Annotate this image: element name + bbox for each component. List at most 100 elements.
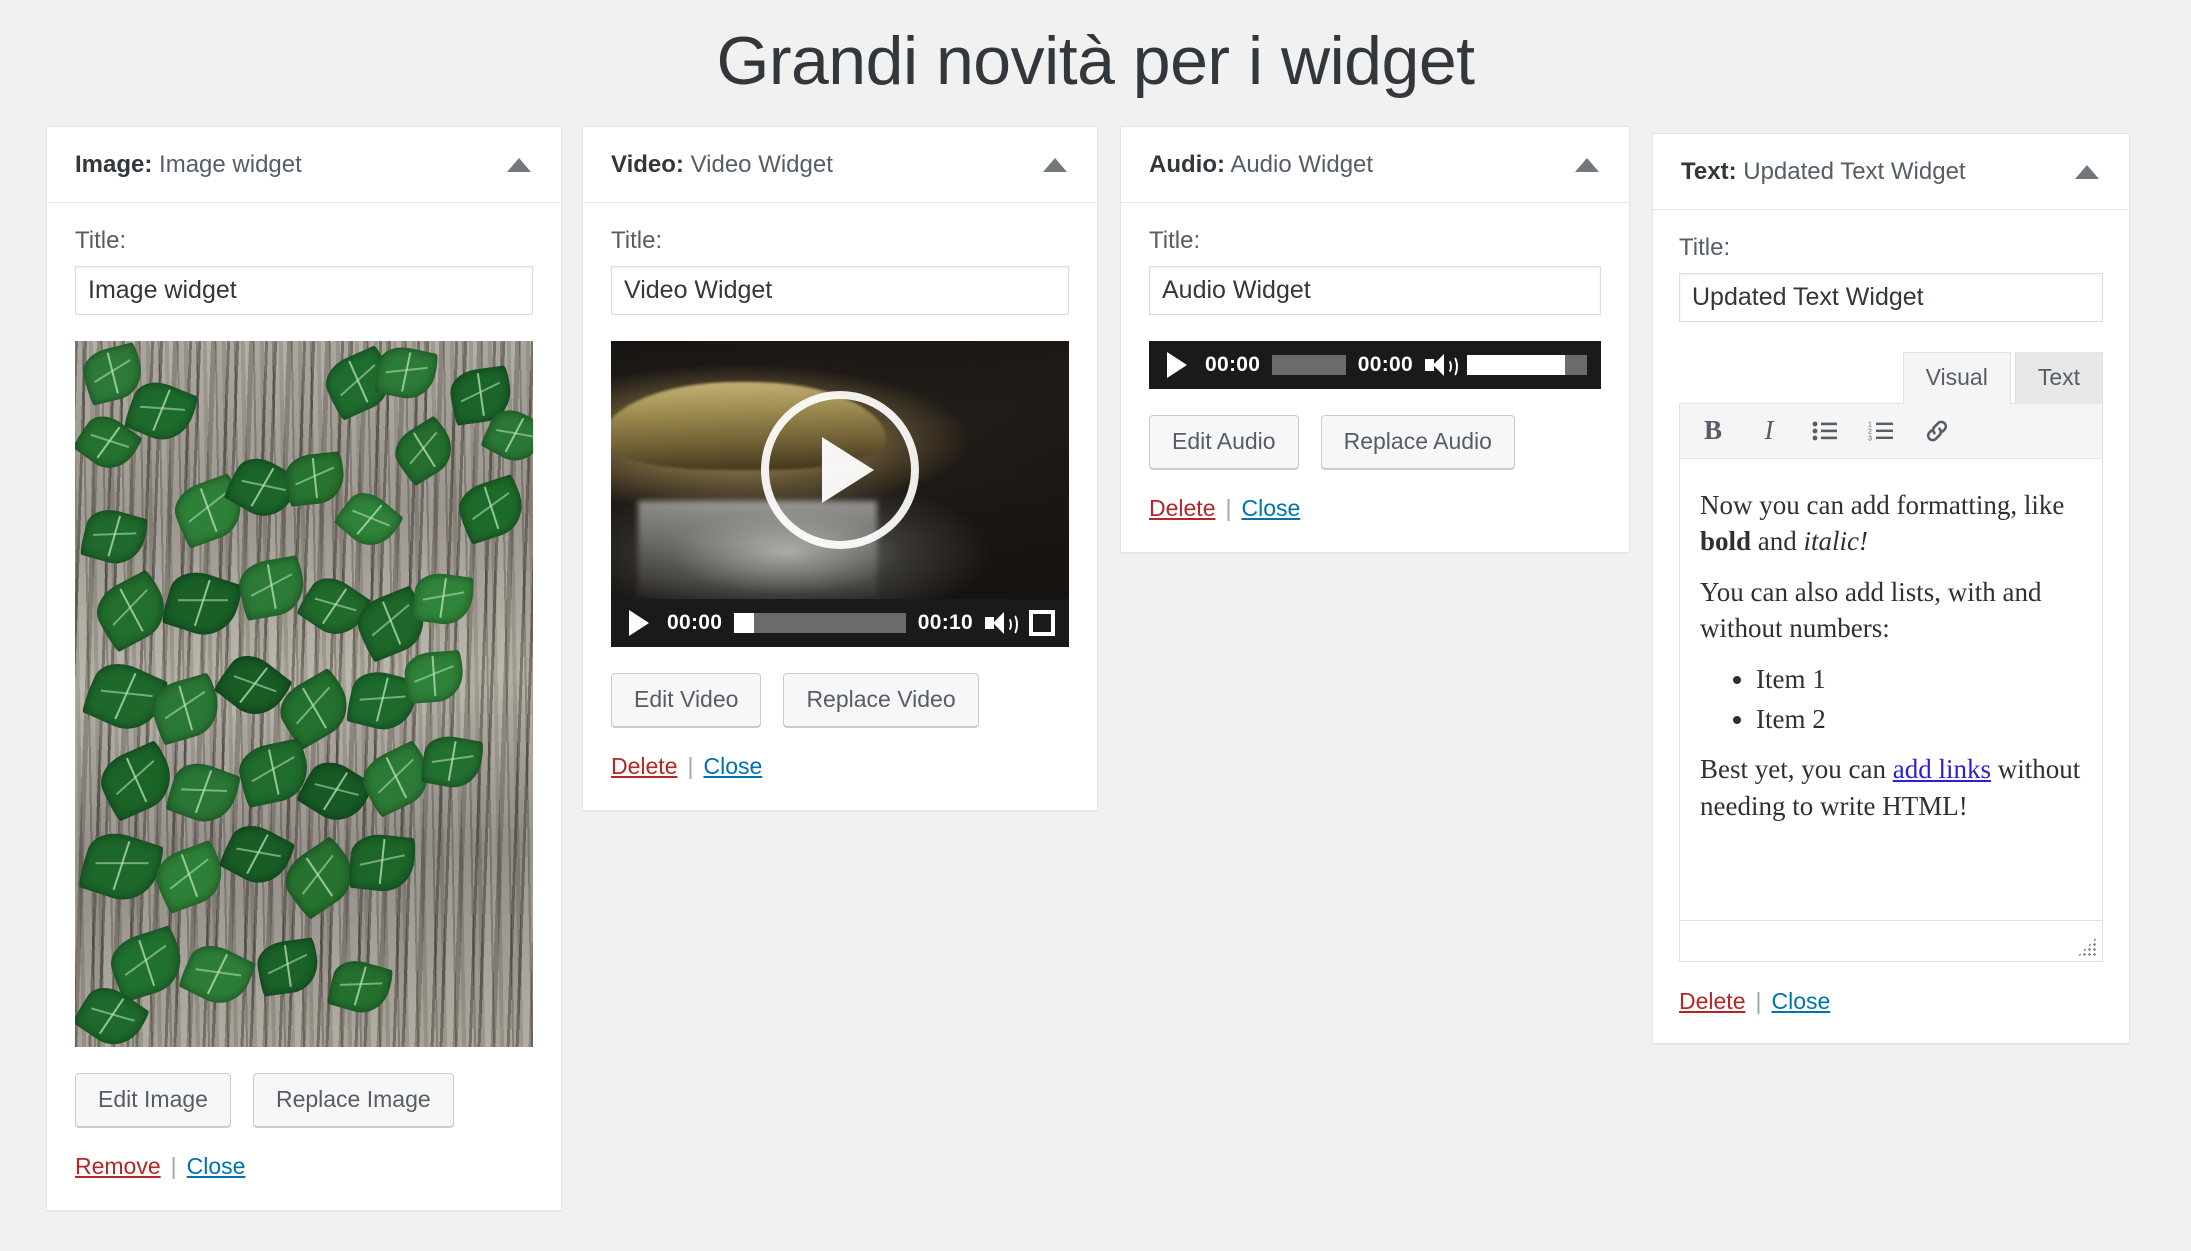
text-widget-name-label: Updated Text Widget bbox=[1743, 158, 1966, 186]
close-link[interactable]: Close bbox=[187, 1153, 246, 1180]
svg-text:3: 3 bbox=[1868, 435, 1872, 442]
page-title: Grandi novità per i widget bbox=[716, 23, 1475, 99]
link-separator: | bbox=[170, 1153, 177, 1180]
editor-toolbar: B I 1 2 3 bbox=[1679, 402, 2103, 459]
audio-widget-body: Title: 00:00 00:00 Edit Audio Replace Au… bbox=[1121, 203, 1629, 552]
resize-handle-icon[interactable] bbox=[2078, 937, 2096, 956]
editor-list-item: Item 1 bbox=[1756, 661, 2082, 697]
video-action-buttons: Edit Video Replace Video bbox=[611, 673, 1069, 728]
editor-mode-tabs: Visual Text bbox=[1679, 352, 2103, 404]
play-icon[interactable] bbox=[1167, 352, 1187, 379]
editor-p1-italic: italic! bbox=[1803, 526, 1869, 557]
delete-link[interactable]: Delete bbox=[611, 753, 677, 780]
editor-p1-text-between: and bbox=[1751, 526, 1804, 557]
image-title-input[interactable] bbox=[75, 266, 533, 316]
editor-p1-bold: bold bbox=[1700, 526, 1752, 557]
text-widget-header-title: Text: Updated Text Widget bbox=[1681, 156, 1966, 187]
audio-volume-slider[interactable] bbox=[1467, 355, 1587, 376]
video-widget-header[interactable]: Video: Video Widget bbox=[583, 127, 1097, 204]
close-link[interactable]: Close bbox=[703, 753, 762, 780]
audio-widget-header[interactable]: Audio: Audio Widget bbox=[1121, 127, 1629, 204]
video-controls-bar: 00:00 00:10 bbox=[611, 599, 1069, 648]
svg-text:2: 2 bbox=[1868, 428, 1872, 435]
play-icon bbox=[822, 437, 874, 504]
video-widget-name-label: Video Widget bbox=[690, 151, 833, 179]
editor-p1-text-before-bold: Now you can add formatting, like bbox=[1700, 489, 2065, 520]
video-play-overlay-button[interactable] bbox=[761, 391, 919, 550]
tab-text[interactable]: Text bbox=[2014, 352, 2103, 404]
editor-status-bar bbox=[1679, 920, 2103, 962]
add-links-link[interactable]: add links bbox=[1893, 754, 1991, 784]
audio-title-label: Title: bbox=[1149, 227, 1201, 255]
image-widget-header-title: Image: Image widget bbox=[75, 149, 302, 180]
image-widget-header[interactable]: Image: Image widget bbox=[47, 127, 561, 204]
editor-paragraph-3: Best yet, you can add links without need… bbox=[1700, 751, 2082, 824]
image-action-buttons: Edit Image Replace Image bbox=[75, 1073, 533, 1128]
text-title-input[interactable] bbox=[1679, 273, 2103, 323]
close-link[interactable]: Close bbox=[1241, 495, 1300, 522]
link-icon[interactable] bbox=[1922, 416, 1952, 446]
video-title-input[interactable] bbox=[611, 266, 1069, 316]
text-widget-body: Title: Visual Text B I bbox=[1653, 210, 2129, 1042]
collapse-up-icon[interactable] bbox=[507, 157, 531, 172]
video-widget-links: Delete | Close bbox=[611, 753, 1069, 780]
editor-bullet-list: Item 1 Item 2 bbox=[1700, 661, 2082, 738]
svg-text:1: 1 bbox=[1868, 421, 1872, 428]
edit-video-button[interactable]: Edit Video bbox=[611, 673, 762, 728]
edit-image-button[interactable]: Edit Image bbox=[75, 1073, 231, 1128]
audio-action-buttons: Edit Audio Replace Audio bbox=[1149, 415, 1601, 470]
image-preview[interactable] bbox=[75, 341, 533, 1048]
text-widget-header[interactable]: Text: Updated Text Widget bbox=[1653, 134, 2129, 211]
editor-p3-text-before-link: Best yet, you can bbox=[1700, 754, 1893, 785]
volume-icon[interactable] bbox=[985, 610, 1018, 637]
audio-volume-fill bbox=[1467, 355, 1566, 376]
play-icon[interactable] bbox=[629, 610, 649, 637]
audio-progress-slider[interactable] bbox=[1272, 355, 1346, 376]
collapse-up-icon[interactable] bbox=[1575, 157, 1599, 172]
collapse-up-icon[interactable] bbox=[1043, 157, 1067, 172]
tab-visual[interactable]: Visual bbox=[1902, 352, 2011, 404]
text-widget-panel: Text: Updated Text Widget Title: Visual … bbox=[1652, 133, 2130, 1044]
link-separator: | bbox=[1755, 987, 1762, 1014]
video-progress-knob[interactable] bbox=[734, 613, 755, 634]
audio-widget-panel: Audio: Audio Widget Title: 00:00 00:00 bbox=[1120, 126, 1630, 554]
image-widget-name-label: Image widget bbox=[159, 151, 302, 179]
collapse-up-icon[interactable] bbox=[2075, 164, 2099, 179]
audio-widget-name-label: Audio Widget bbox=[1230, 151, 1374, 179]
image-widget-body: Title: Image widget Edit Image Replace I… bbox=[47, 203, 561, 1210]
audio-widget-header-title: Audio: Audio Widget bbox=[1149, 149, 1373, 180]
audio-controls-bar: 00:00 00:00 bbox=[1149, 341, 1601, 390]
video-current-time: 00:00 bbox=[667, 611, 723, 635]
remove-link[interactable]: Remove bbox=[75, 1153, 161, 1180]
audio-title-input[interactable] bbox=[1149, 266, 1601, 316]
audio-widget-links: Delete | Close bbox=[1149, 495, 1601, 522]
video-progress-slider[interactable] bbox=[734, 613, 906, 634]
ordered-list-icon[interactable]: 1 2 3 bbox=[1866, 416, 1896, 446]
text-title-label: Title: bbox=[1679, 234, 1731, 262]
image-widget-panel: Image: Image widget Title: Image widget … bbox=[46, 126, 562, 1212]
video-preview[interactable] bbox=[611, 341, 1069, 600]
delete-link[interactable]: Delete bbox=[1679, 988, 1745, 1015]
close-link[interactable]: Close bbox=[1771, 988, 1830, 1015]
editor-content-area[interactable]: Now you can add formatting, like bold an… bbox=[1679, 458, 2103, 921]
link-separator: | bbox=[1225, 495, 1232, 522]
bold-icon[interactable]: B bbox=[1698, 415, 1728, 446]
editor-list-item: Item 2 bbox=[1756, 701, 2082, 737]
fullscreen-icon[interactable] bbox=[1029, 610, 1055, 637]
replace-audio-button[interactable]: Replace Audio bbox=[1320, 415, 1515, 470]
volume-icon[interactable] bbox=[1425, 352, 1458, 379]
audio-duration: 00:00 bbox=[1357, 353, 1413, 377]
video-widget-header-title: Video: Video Widget bbox=[611, 149, 833, 180]
audio-widget-type-label: Audio: bbox=[1149, 151, 1225, 179]
image-widget-links: Remove | Close bbox=[75, 1153, 533, 1180]
image-widget-type-label: Image: bbox=[75, 151, 153, 179]
unordered-list-icon[interactable] bbox=[1810, 416, 1840, 446]
italic-icon[interactable]: I bbox=[1754, 415, 1784, 446]
replace-image-button[interactable]: Replace Image bbox=[252, 1073, 454, 1128]
widgets-row: Image: Image widget Title: Image widget … bbox=[0, 126, 2191, 1212]
delete-link[interactable]: Delete bbox=[1149, 495, 1215, 522]
edit-audio-button[interactable]: Edit Audio bbox=[1149, 415, 1299, 470]
replace-video-button[interactable]: Replace Video bbox=[783, 673, 979, 728]
editor-paragraph-1: Now you can add formatting, like bold an… bbox=[1700, 487, 2082, 560]
text-widget-links: Delete | Close bbox=[1679, 988, 2103, 1015]
